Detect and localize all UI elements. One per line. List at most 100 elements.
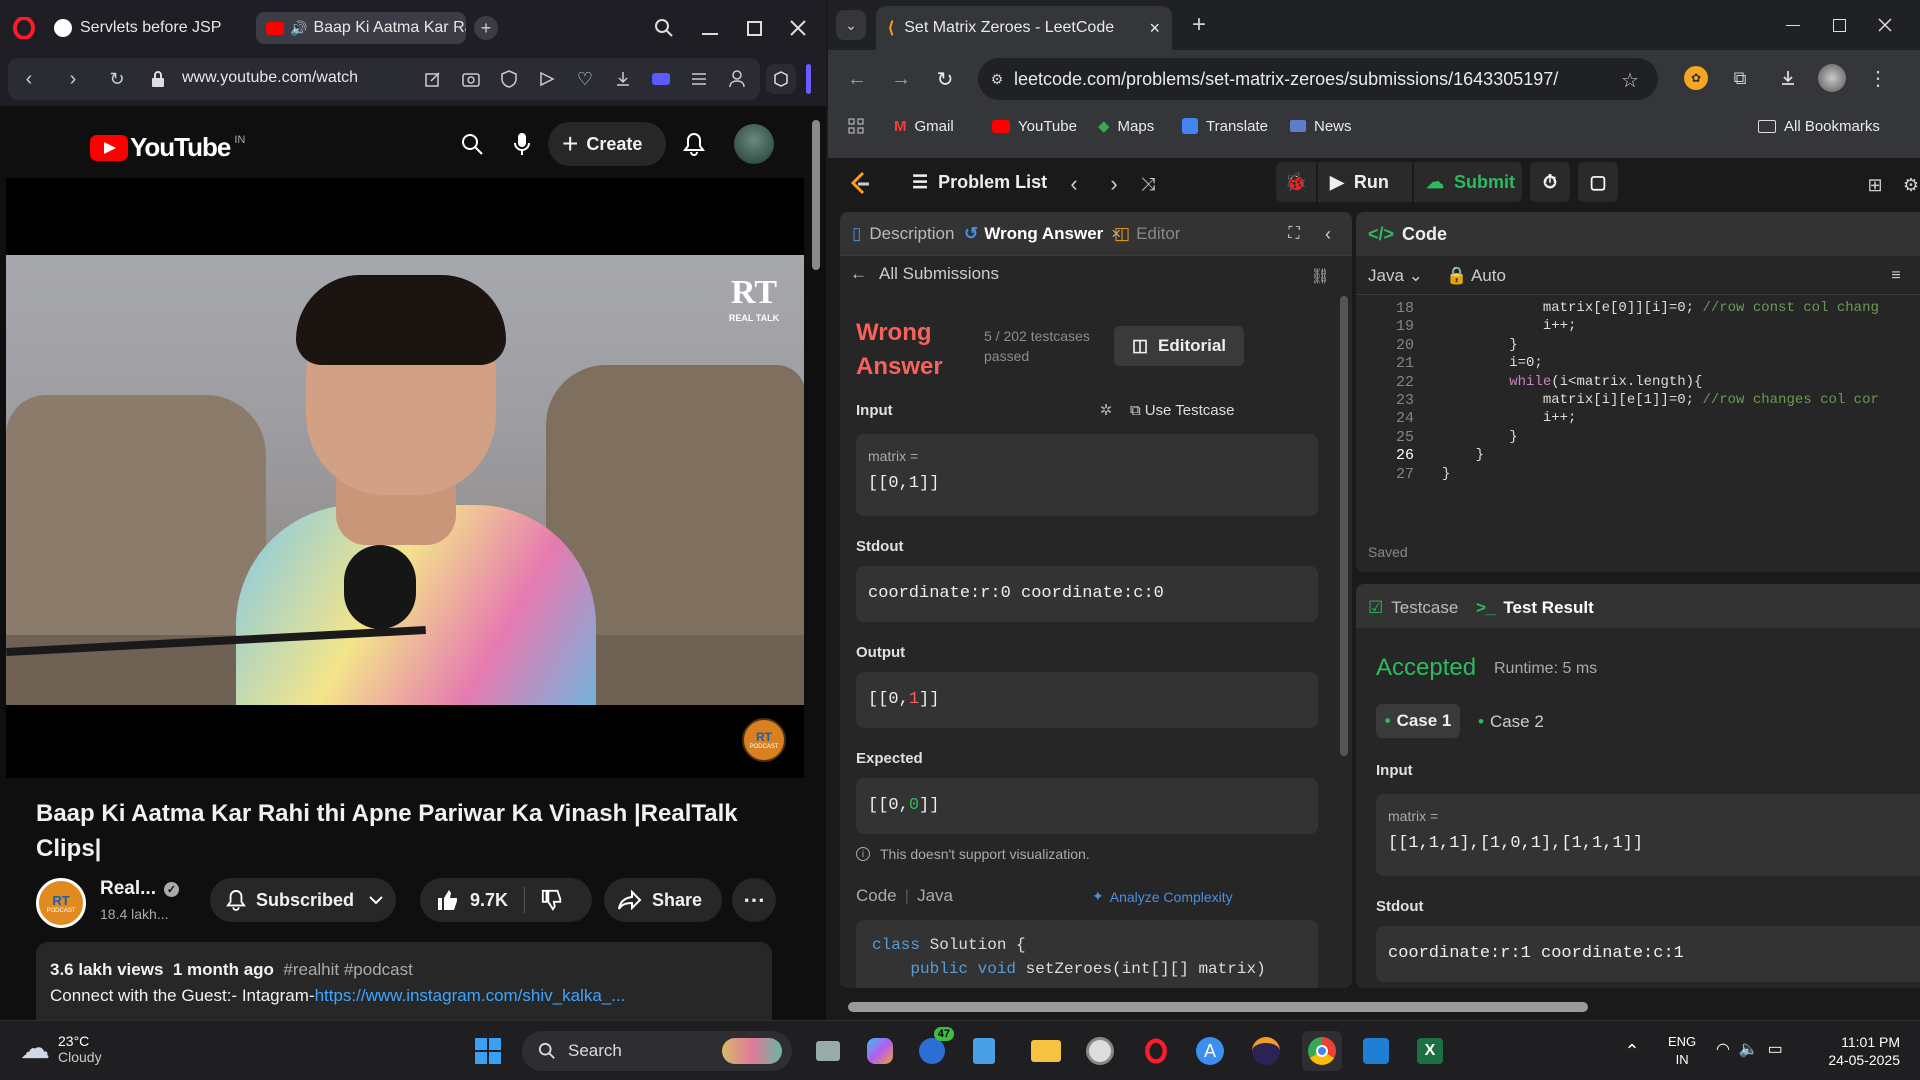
- opera-taskbar-icon[interactable]: [1136, 1031, 1176, 1071]
- download-icon[interactable]: [1774, 64, 1802, 92]
- show-hidden-icons-chevron-icon[interactable]: ⌃: [1612, 1031, 1652, 1071]
- search-tabs-icon[interactable]: [650, 14, 678, 42]
- tab-test-result[interactable]: >_ Test Result: [1476, 598, 1594, 618]
- forward-icon[interactable]: ›: [60, 66, 86, 92]
- page-scrollbar[interactable]: [808, 106, 826, 1020]
- new-tab-plus-icon[interactable]: +: [474, 16, 498, 40]
- download-icon[interactable]: [610, 66, 636, 92]
- channel-branding-icon[interactable]: RT PODCAST: [742, 718, 786, 762]
- taskbar-search[interactable]: Search: [522, 1031, 792, 1071]
- share-button[interactable]: Share: [604, 878, 722, 922]
- case-1-tab[interactable]: • Case 1: [1376, 704, 1460, 738]
- site-info-icon[interactable]: ⚙: [986, 68, 1008, 90]
- battery-saver-icon[interactable]: [648, 66, 674, 92]
- debug-icon[interactable]: 🐞: [1276, 162, 1316, 202]
- analyze-complexity-button[interactable]: ✦ Analyze Complexity: [1092, 888, 1233, 905]
- notepad-icon[interactable]: [964, 1031, 1004, 1071]
- close-window-icon[interactable]: [784, 14, 812, 42]
- camera-icon[interactable]: [458, 66, 484, 92]
- heart-icon[interactable]: ♡: [572, 66, 598, 92]
- debug-icon[interactable]: ✲: [1094, 398, 1118, 422]
- tab-editorial[interactable]: ◫ Editori: [1114, 224, 1180, 244]
- run-button[interactable]: ▶ Run: [1318, 162, 1412, 202]
- bookmark-youtube[interactable]: YouTube: [992, 114, 1077, 138]
- start-windows-icon[interactable]: [468, 1031, 508, 1071]
- task-view-icon[interactable]: [808, 1031, 848, 1071]
- chrome-menu-icon[interactable]: ⋮: [1864, 64, 1892, 92]
- thumbs-down-icon[interactable]: [541, 889, 563, 911]
- case-2-tab[interactable]: • Case 2: [1478, 712, 1544, 732]
- like-button[interactable]: 9.7K: [436, 889, 508, 911]
- extensions-cube-icon[interactable]: [766, 64, 796, 94]
- layout-icon[interactable]: ⊞: [1862, 172, 1888, 198]
- widgets-icon[interactable]: 47: [912, 1027, 954, 1071]
- panel-scrollbar[interactable]: [1340, 296, 1348, 756]
- tab-servlets[interactable]: Servlets before JSP: [44, 12, 244, 44]
- easy-setup-icon[interactable]: [686, 66, 712, 92]
- next-problem-icon[interactable]: ›: [1102, 171, 1126, 196]
- back-icon[interactable]: ←: [842, 64, 872, 94]
- minimize-icon[interactable]: [1778, 10, 1808, 40]
- instagram-link[interactable]: https://www.instagram.com/shiv_kalka_...: [315, 986, 626, 1005]
- horizontal-scrollbar[interactable]: [828, 998, 1920, 1016]
- url-input[interactable]: www.youtube.com/watch: [182, 69, 358, 87]
- extension-icon[interactable]: ✿: [1684, 66, 1708, 90]
- apps-grid-icon[interactable]: [842, 112, 870, 140]
- extensions-puzzle-icon[interactable]: ⧉: [1726, 64, 1754, 92]
- edit-icon[interactable]: [420, 66, 446, 92]
- notes-icon[interactable]: ▢: [1578, 162, 1618, 202]
- youtube-logo[interactable]: YouTube IN: [90, 132, 245, 163]
- more-actions-icon[interactable]: ⋯: [732, 878, 776, 922]
- bookmark-gmail[interactable]: M Gmail: [894, 114, 954, 138]
- maximize-icon[interactable]: [1824, 10, 1854, 40]
- notifications-bell-icon[interactable]: [678, 128, 710, 160]
- speaker-icon[interactable]: 🔊: [290, 20, 307, 37]
- link-icon[interactable]: ⛓: [1308, 264, 1332, 288]
- bookmark-star-icon[interactable]: ☆: [1618, 68, 1642, 92]
- submit-button[interactable]: ☁ Submit: [1414, 162, 1522, 202]
- tab-testcase[interactable]: ☑ Testcase: [1368, 598, 1458, 618]
- minimize-icon[interactable]: [696, 14, 724, 42]
- subscribed-button[interactable]: Subscribed: [210, 878, 396, 922]
- all-submissions-link[interactable]: ← All Submissions: [850, 264, 999, 284]
- maximize-icon[interactable]: [740, 14, 768, 42]
- close-window-icon[interactable]: [1870, 10, 1900, 40]
- system-tray[interactable]: ◠ 🔈 ▭: [1716, 1039, 1783, 1059]
- omnibox[interactable]: ⚙ leetcode.com/problems/set-matrix-zeroe…: [978, 58, 1658, 100]
- back-icon[interactable]: ‹: [16, 66, 42, 92]
- shuffle-icon[interactable]: ⤨: [1134, 172, 1162, 196]
- microphone-icon[interactable]: [506, 128, 538, 160]
- collapse-icon[interactable]: ‹: [1316, 222, 1340, 246]
- eclipse-icon[interactable]: [1246, 1031, 1286, 1071]
- clock[interactable]: 11:01 PM 24-05-2025: [1810, 1033, 1900, 1069]
- create-button[interactable]: + Create: [548, 122, 666, 166]
- leetcode-logo-icon[interactable]: [846, 170, 874, 198]
- editorial-button[interactable]: ◫ Editorial: [1114, 326, 1244, 366]
- shield-icon[interactable]: [496, 66, 522, 92]
- reload-icon[interactable]: ↻: [930, 64, 960, 94]
- reload-icon[interactable]: ↻: [104, 66, 130, 92]
- excel-icon[interactable]: X: [1410, 1031, 1450, 1071]
- auto-mode[interactable]: 🔒 Auto: [1446, 266, 1506, 286]
- all-bookmarks[interactable]: All Bookmarks: [1758, 114, 1880, 138]
- chrome-taskbar-icon[interactable]: [1302, 1031, 1342, 1071]
- code-lines[interactable]: 18 matrix[e[0]][i]=0; //row const col ch…: [1356, 296, 1920, 526]
- settings-gear-icon[interactable]: ⚙: [1898, 172, 1920, 198]
- menu-lines-icon[interactable]: ≡: [1884, 264, 1908, 288]
- close-tab-icon[interactable]: ×: [1149, 18, 1160, 39]
- search-icon[interactable]: [456, 128, 488, 160]
- tab-wrong-answer[interactable]: ↺ Wrong Answer ×: [964, 224, 1121, 244]
- file-explorer-icon[interactable]: [1026, 1031, 1066, 1071]
- timer-icon[interactable]: ⏱: [1530, 162, 1570, 202]
- fullscreen-icon[interactable]: ⛶: [1282, 222, 1306, 246]
- app-store-icon[interactable]: A: [1190, 1031, 1230, 1071]
- clock-app-icon[interactable]: [1080, 1031, 1120, 1071]
- send-icon[interactable]: [534, 66, 560, 92]
- vscode-icon[interactable]: [1356, 1031, 1396, 1071]
- profile-icon[interactable]: [724, 66, 750, 92]
- tab-description[interactable]: ▯ Description: [852, 224, 954, 244]
- tab-search-chevron-icon[interactable]: ⌄: [836, 10, 866, 40]
- video-player[interactable]: RT REAL TALK RT PODCAST: [6, 178, 804, 778]
- avatar[interactable]: [734, 124, 774, 164]
- bookmark-translate[interactable]: Translate: [1182, 114, 1268, 138]
